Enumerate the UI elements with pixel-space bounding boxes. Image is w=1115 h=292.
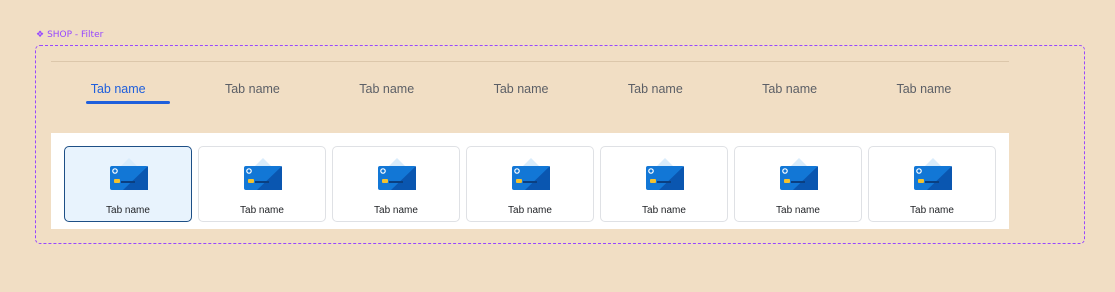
frame-label: ❖ SHOP - Filter	[36, 30, 103, 40]
credit-card-icon	[779, 158, 819, 192]
filter-panel: Tab name Tab name Tab name Tab name Tab …	[51, 133, 1009, 229]
tab-7[interactable]: Tab name	[857, 78, 991, 106]
tab-3[interactable]: Tab name	[320, 78, 454, 106]
tab-label: Tab name	[90, 82, 146, 96]
filter-card-label: Tab name	[776, 205, 820, 216]
credit-card-icon	[377, 158, 417, 192]
filter-card-label: Tab name	[374, 205, 418, 216]
tab-5[interactable]: Tab name	[588, 78, 722, 106]
component-icon: ❖	[36, 29, 45, 40]
tab-label: Tab name	[359, 82, 415, 96]
credit-card-icon	[913, 158, 953, 192]
filter-card-label: Tab name	[240, 205, 284, 216]
tab-label: Tab name	[627, 82, 683, 96]
filter-card-label: Tab name	[508, 205, 552, 216]
divider	[51, 61, 1009, 62]
tab-6[interactable]: Tab name	[722, 78, 856, 106]
frame-label-text: SHOP - Filter	[47, 30, 104, 40]
filter-card-2[interactable]: Tab name	[198, 146, 326, 222]
tab-label: Tab name	[762, 82, 818, 96]
filter-card-4[interactable]: Tab name	[466, 146, 594, 222]
credit-card-icon	[645, 158, 685, 192]
tab-label: Tab name	[493, 82, 549, 96]
tab-label: Tab name	[224, 82, 280, 96]
tab-2[interactable]: Tab name	[185, 78, 319, 106]
filter-card-5[interactable]: Tab name	[600, 146, 728, 222]
filter-card-3[interactable]: Tab name	[332, 146, 460, 222]
filter-cards: Tab name Tab name Tab name Tab name Tab …	[64, 146, 996, 222]
filter-card-7[interactable]: Tab name	[868, 146, 996, 222]
filter-card-1[interactable]: Tab name	[64, 146, 192, 222]
credit-card-icon	[243, 158, 283, 192]
filter-card-6[interactable]: Tab name	[734, 146, 862, 222]
filter-card-label: Tab name	[642, 205, 686, 216]
credit-card-icon	[511, 158, 551, 192]
tab-label: Tab name	[896, 82, 952, 96]
tab-1[interactable]: Tab name	[51, 78, 185, 106]
filter-card-label: Tab name	[106, 205, 150, 216]
filter-card-label: Tab name	[910, 205, 954, 216]
credit-card-icon	[109, 158, 149, 192]
tab-4[interactable]: Tab name	[454, 78, 588, 106]
tab-bar: Tab name Tab name Tab name Tab name Tab …	[51, 78, 1009, 106]
